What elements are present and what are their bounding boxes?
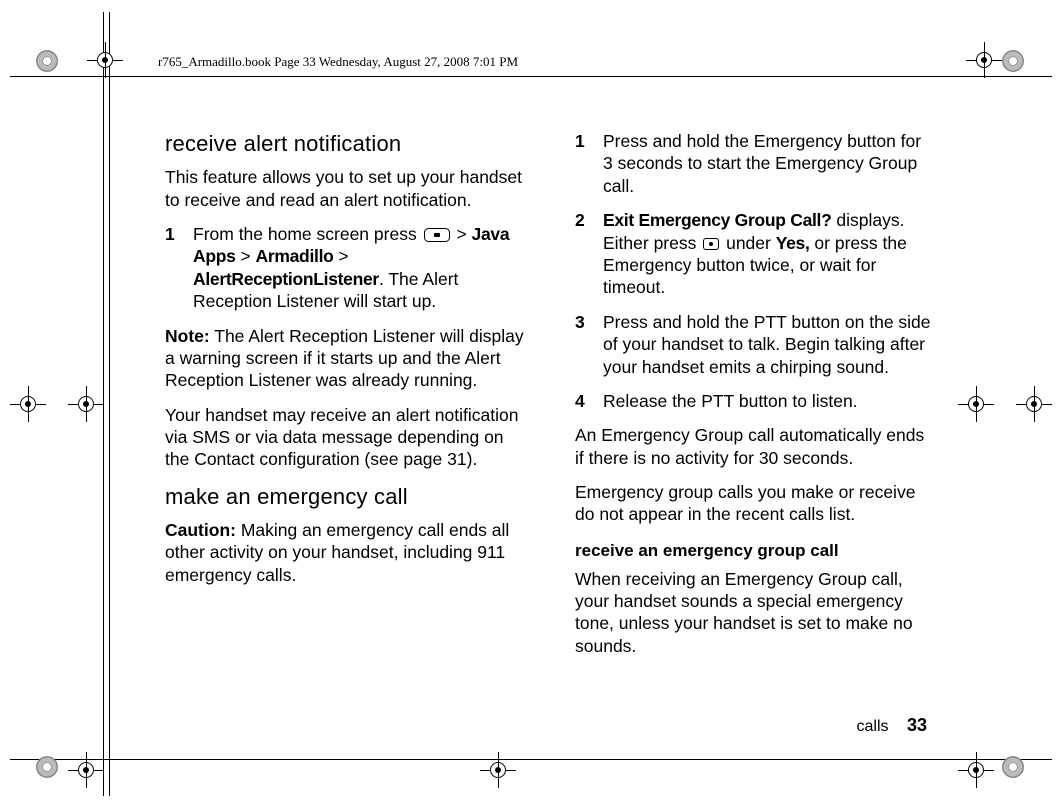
text: > (236, 246, 256, 266)
note-paragraph: Note: The Alert Reception Listener will … (165, 325, 525, 392)
menu-key-icon (424, 228, 450, 242)
step-body: Press and hold the PTT button on the sid… (603, 311, 935, 378)
step-item: 1 Press and hold the Emergency button fo… (575, 130, 935, 197)
crosshair-icon (10, 386, 46, 422)
crosshair-icon (966, 42, 1002, 78)
body-text: When receiving an Emergency Group call, … (575, 568, 935, 658)
left-column: receive alert notification This feature … (165, 130, 525, 669)
text: under (721, 233, 775, 253)
note-label: Note: (165, 326, 210, 346)
section-heading: receive alert notification (165, 130, 525, 158)
right-column: 1 Press and hold the Emergency button fo… (575, 130, 935, 669)
step-body: From the home screen press > Java Apps >… (193, 223, 525, 313)
crosshair-icon (480, 752, 516, 788)
body-text: Emergency group calls you make or receiv… (575, 481, 935, 526)
running-header: r765_Armadillo.book Page 33 Wednesday, A… (158, 54, 518, 70)
body-text: Your handset may receive an alert notifi… (165, 404, 525, 471)
step-list: 1 Press and hold the Emergency button fo… (575, 130, 935, 412)
crosshair-icon (68, 752, 104, 788)
step-item: 1 From the home screen press > Java Apps… (165, 223, 525, 313)
note-body: The Alert Reception Listener will displa… (165, 326, 524, 391)
step-number: 3 (575, 311, 603, 378)
softkey-label: Yes, (776, 233, 810, 253)
registration-dot (1002, 50, 1026, 74)
caution-paragraph: Caution: Making an emergency call ends a… (165, 519, 525, 586)
spine-line (109, 12, 110, 796)
step-body: Release the PTT button to listen. (603, 390, 935, 412)
crosshair-icon (958, 752, 994, 788)
step-item: 2 Exit Emergency Group Call? displays. E… (575, 209, 935, 299)
softkey-icon (703, 238, 719, 250)
registration-dot (1002, 756, 1026, 780)
crop-rule-bottom (10, 759, 1052, 760)
page-footer: calls 33 (857, 715, 928, 736)
registration-dot (36, 50, 60, 74)
step-number: 2 (575, 209, 603, 299)
step-body: Exit Emergency Group Call? displays. Eit… (603, 209, 935, 299)
step-number: 4 (575, 390, 603, 412)
crosshair-icon (68, 386, 104, 422)
caution-label: Caution: (165, 520, 236, 540)
step-number: 1 (575, 130, 603, 197)
crosshair-icon (958, 386, 994, 422)
step-item: 3 Press and hold the PTT button on the s… (575, 311, 935, 378)
step-list: 1 From the home screen press > Java Apps… (165, 223, 525, 313)
step-number: 1 (165, 223, 193, 313)
menu-path: Armadillo (256, 246, 334, 266)
crop-rule-top (10, 76, 1052, 77)
page-content: receive alert notification This feature … (165, 130, 935, 669)
crosshair-icon (87, 42, 123, 78)
step-item: 4 Release the PTT button to listen. (575, 390, 935, 412)
body-text: An Emergency Group call automatically en… (575, 424, 935, 469)
text: > (452, 224, 472, 244)
body-text: This feature allows you to set up your h… (165, 166, 525, 211)
prompt-label: Exit Emergency Group Call? (603, 210, 832, 230)
section-heading: make an emergency call (165, 483, 525, 511)
text: From the home screen press (193, 224, 422, 244)
text: > (334, 246, 349, 266)
page-number: 33 (907, 715, 927, 735)
crosshair-icon (1016, 386, 1052, 422)
footer-section: calls (857, 718, 889, 735)
step-body: Press and hold the Emergency button for … (603, 130, 935, 197)
menu-path: AlertReceptionListener (193, 269, 379, 289)
registration-dot (36, 756, 60, 780)
subsection-heading: receive an emergency group call (575, 540, 935, 562)
